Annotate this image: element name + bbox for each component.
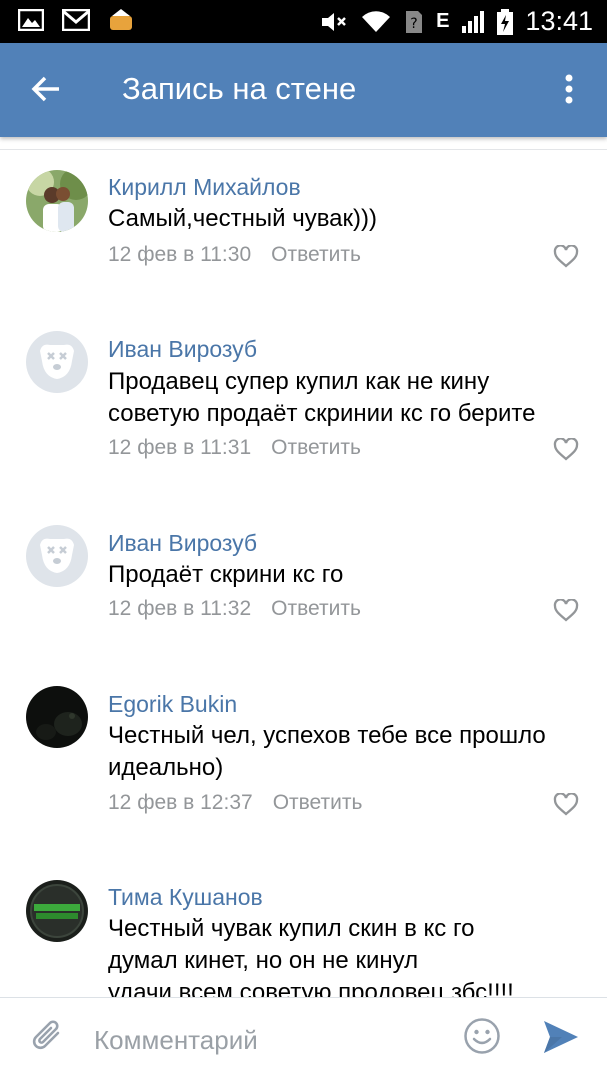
comments-feed[interactable]: Кирилл Михайлов Самый,честный чувак))) 1… bbox=[0, 137, 607, 997]
emoji-button[interactable] bbox=[462, 1017, 502, 1060]
comment-input[interactable] bbox=[94, 1020, 434, 1060]
avatar[interactable] bbox=[26, 686, 88, 748]
app-notification-icon bbox=[108, 8, 134, 32]
no-sim-icon: ? bbox=[404, 9, 424, 35]
comment-date: 12 фев в 12:37 bbox=[108, 791, 253, 814]
status-left-icons bbox=[18, 8, 134, 32]
network-type-label: E bbox=[436, 10, 450, 32]
comment-date: 12 фев в 11:32 bbox=[108, 597, 252, 620]
avatar[interactable] bbox=[26, 525, 88, 587]
comment-author[interactable]: Кирилл Михайлов bbox=[108, 174, 301, 201]
comment-author[interactable]: Тима Кушанов bbox=[108, 884, 263, 911]
heart-icon bbox=[553, 437, 579, 461]
send-icon bbox=[542, 1019, 580, 1060]
smiley-icon bbox=[463, 1017, 501, 1060]
reply-button[interactable]: Ответить bbox=[271, 436, 361, 460]
attach-button[interactable] bbox=[28, 1018, 68, 1058]
comment-author[interactable]: Иван Вирозуб bbox=[108, 336, 257, 363]
svg-text:?: ? bbox=[410, 16, 417, 32]
gmail-icon bbox=[62, 9, 90, 31]
reply-button[interactable]: Ответить bbox=[271, 597, 361, 621]
like-button[interactable] bbox=[552, 436, 580, 462]
status-time: 13:41 bbox=[525, 6, 593, 36]
comment-text: Честный чел, успехов тебе все прошло иде… bbox=[108, 722, 546, 781]
arrow-left-icon bbox=[31, 76, 61, 107]
comment-text: Честный чувак купил скин в кс го думал к… bbox=[108, 915, 514, 997]
avatar[interactable] bbox=[26, 331, 88, 393]
status-bar: ? E 13:41 bbox=[0, 0, 607, 43]
reply-button[interactable]: Ответить bbox=[271, 243, 361, 267]
reply-button[interactable]: Ответить bbox=[273, 791, 363, 815]
battery-icon bbox=[497, 8, 514, 35]
send-button[interactable] bbox=[540, 1018, 582, 1060]
comment-composer bbox=[0, 997, 607, 1080]
paperclip-icon bbox=[31, 1018, 65, 1059]
app-bar: Запись на стене bbox=[0, 43, 607, 137]
comment-meta: 12 фев в 11:30 Ответить bbox=[108, 243, 361, 267]
status-right-icons: ? E 13:41 bbox=[320, 6, 593, 37]
signal-icon bbox=[461, 10, 485, 34]
comment-text: Продавец супер купил как не кину советую… bbox=[108, 368, 536, 427]
comment-author[interactable]: Иван Вирозуб bbox=[108, 530, 257, 557]
comment-author[interactable]: Egorik Bukin bbox=[108, 691, 237, 718]
heart-icon bbox=[553, 792, 579, 816]
comment-text: Самый,честный чувак))) bbox=[108, 205, 378, 232]
avatar[interactable] bbox=[26, 880, 88, 942]
more-options-button[interactable] bbox=[551, 65, 587, 117]
back-button[interactable] bbox=[20, 65, 72, 117]
heart-icon bbox=[553, 598, 579, 622]
comment-date: 12 фев в 11:31 bbox=[108, 436, 252, 459]
wifi-icon bbox=[360, 10, 392, 34]
comment-meta: 12 фев в 11:31 Ответить bbox=[108, 436, 361, 460]
like-button[interactable] bbox=[552, 597, 580, 623]
more-vertical-icon bbox=[565, 74, 573, 109]
page-title: Запись на стене bbox=[122, 71, 357, 106]
comment-text: Продаёт скрини кс го bbox=[108, 561, 344, 588]
comment-meta: 12 фев в 11:32 Ответить bbox=[108, 597, 361, 621]
like-button[interactable] bbox=[552, 243, 580, 269]
comment-meta: 12 фев в 12:37 Ответить bbox=[108, 791, 362, 815]
mute-icon bbox=[320, 10, 348, 34]
like-button[interactable] bbox=[552, 791, 580, 817]
divider bbox=[0, 149, 607, 150]
heart-icon bbox=[553, 244, 579, 268]
avatar[interactable] bbox=[26, 170, 88, 232]
comment-date: 12 фев в 11:30 bbox=[108, 243, 252, 266]
gallery-icon bbox=[18, 9, 44, 31]
